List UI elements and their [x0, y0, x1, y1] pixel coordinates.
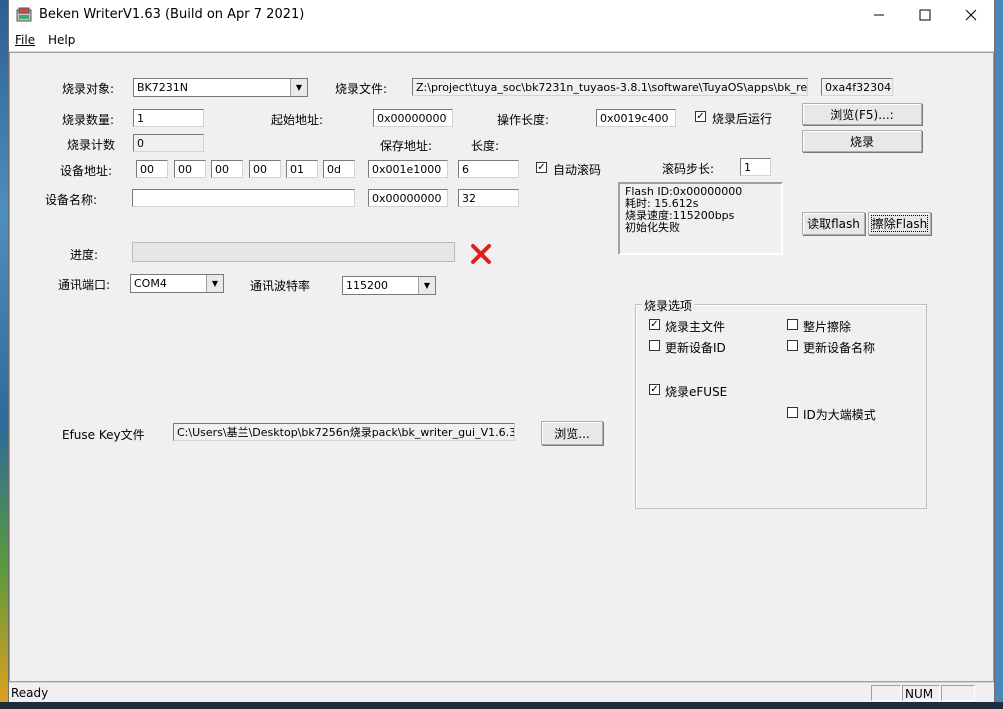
status-bar: Ready NUM: [9, 682, 994, 703]
mac-byte-1[interactable]: 00: [136, 160, 168, 178]
mac-byte-2[interactable]: 00: [174, 160, 206, 178]
baud-label: 通讯波特率: [250, 279, 311, 293]
burn-options-group: 烧录选项 ✓ 烧录主文件 整片擦除 更新设备ID 更新设备名称 ✓ 烧录eFUS…: [635, 297, 927, 509]
progress-bar: [132, 242, 455, 262]
window-title: Beken WriterV1.63 (Build on Apr 7 2021): [39, 7, 305, 22]
update-id-checkbox[interactable]: [649, 340, 660, 351]
baud-select[interactable]: 115200 ▼: [342, 276, 436, 295]
read-flash-button[interactable]: 读取flash: [802, 212, 865, 235]
device-name-label: 设备名称:: [45, 193, 98, 207]
roll-step-label: 滚码步长:: [662, 162, 715, 176]
status-pane-caps: [871, 685, 901, 701]
start-addr-label: 起始地址:: [271, 113, 324, 127]
fail-x-icon: [471, 244, 491, 264]
mac-byte-5[interactable]: 01: [286, 160, 318, 178]
op-len-label: 操作长度:: [497, 113, 550, 127]
taskbar: [0, 702, 1003, 709]
menu-help[interactable]: Help: [48, 33, 75, 47]
target-label: 烧录对象:: [62, 82, 115, 96]
mac-byte-4[interactable]: 00: [249, 160, 281, 178]
big-endian-label: ID为大端模式: [803, 408, 876, 422]
auto-roll-checkbox[interactable]: ✓: [536, 162, 547, 173]
chevron-down-icon: ▼: [290, 79, 307, 96]
target-select[interactable]: BK7231N ▼: [133, 78, 308, 97]
main-file-checkbox[interactable]: ✓: [649, 319, 660, 330]
title-bar[interactable]: Beken WriterV1.63 (Build on Apr 7 2021): [9, 0, 994, 30]
info-line: 初始化失败: [625, 221, 680, 234]
chevron-down-icon: ▼: [206, 275, 223, 292]
save-addr-label: 保存地址:: [380, 139, 433, 153]
auto-roll-label: 自动滚码: [553, 163, 602, 177]
burn-counter-label: 烧录计数: [67, 138, 116, 152]
device-name-input[interactable]: [132, 189, 355, 207]
efuse-label: Efuse Key文件: [62, 428, 145, 442]
burn-options-title: 烧录选项: [642, 297, 695, 314]
count-label: 烧录数量:: [62, 113, 115, 127]
port-value: COM4: [134, 277, 167, 290]
efuse-checkbox[interactable]: ✓: [649, 384, 660, 395]
device-name-len-input[interactable]: 32: [458, 189, 519, 207]
mac-byte-6[interactable]: 0d: [323, 160, 355, 178]
device-addr-label: 设备地址:: [60, 164, 113, 178]
burn-button[interactable]: 烧录: [802, 130, 922, 152]
device-addr-len-input[interactable]: 6: [458, 160, 519, 178]
flash-info-box: Flash ID:0x00000000 耗时: 15.612s 烧录速度:115…: [618, 182, 783, 255]
update-id-label: 更新设备ID: [665, 341, 726, 355]
update-name-checkbox[interactable]: [787, 340, 798, 351]
progress-label: 进度:: [70, 248, 99, 262]
menu-bar: File Help: [9, 30, 994, 52]
status-ready: Ready: [11, 686, 49, 700]
efuse-path[interactable]: C:\Users\基兰\Desktop\bk7256n烧录pack\bk_wri…: [173, 423, 515, 441]
run-after-label: 烧录后运行: [712, 112, 773, 126]
close-button[interactable]: [948, 0, 994, 30]
run-after-checkbox[interactable]: ✓: [695, 111, 706, 122]
burn-file-checksum: 0xa4f32304: [821, 78, 893, 96]
full-erase-checkbox[interactable]: [787, 319, 798, 330]
status-num: NUM: [905, 687, 934, 701]
main-file-label: 烧录主文件: [665, 320, 726, 334]
burn-file-path[interactable]: Z:\project\tuya_soc\bk7231n_tuyaos-3.8.1…: [412, 78, 808, 96]
maximize-button[interactable]: [902, 0, 948, 30]
menu-help-label: Help: [48, 33, 76, 47]
status-pane-scrl: [941, 685, 975, 701]
length-label: 长度:: [471, 139, 500, 153]
erase-flash-button[interactable]: 擦除Flash: [868, 212, 931, 235]
burn-counter-value: 0: [133, 134, 204, 152]
main-panel: 烧录对象: BK7231N ▼ 烧录文件: Z:\project\tuya_so…: [9, 52, 994, 682]
menu-file[interactable]: File: [15, 33, 35, 47]
device-addr-save-input[interactable]: 0x001e1000: [368, 160, 448, 178]
browse-f5-button[interactable]: 浏览(F5)...:: [802, 103, 922, 125]
full-erase-label: 整片擦除: [803, 320, 852, 334]
port-select[interactable]: COM4 ▼: [130, 274, 224, 293]
count-input[interactable]: 1: [133, 109, 204, 127]
update-name-label: 更新设备名称: [803, 341, 876, 355]
baud-value: 115200: [346, 279, 388, 292]
big-endian-checkbox[interactable]: [787, 407, 798, 418]
start-addr-input[interactable]: 0x00000000: [373, 109, 453, 127]
efuse-browse-button[interactable]: 浏览...: [541, 421, 603, 445]
app-icon: [16, 7, 32, 22]
maximize-icon: [919, 9, 931, 21]
chevron-down-icon: ▼: [418, 277, 435, 294]
burn-file-label: 烧录文件:: [335, 82, 388, 96]
roll-step-input[interactable]: 1: [740, 158, 771, 176]
op-len-input[interactable]: 0x0019c400: [596, 109, 676, 127]
device-name-save-input[interactable]: 0x00000000: [368, 189, 448, 207]
minimize-button[interactable]: [856, 0, 902, 30]
efuse-option-label: 烧录eFUSE: [665, 385, 728, 399]
status-pane-num: NUM: [902, 685, 940, 701]
target-value: BK7231N: [137, 81, 188, 94]
minimize-icon: [874, 14, 884, 16]
menu-file-label: File: [15, 33, 36, 47]
port-label: 通讯端口:: [58, 278, 111, 292]
close-icon: [965, 9, 977, 21]
mac-byte-3[interactable]: 00: [211, 160, 243, 178]
app-window: Beken WriterV1.63 (Build on Apr 7 2021) …: [8, 0, 995, 709]
